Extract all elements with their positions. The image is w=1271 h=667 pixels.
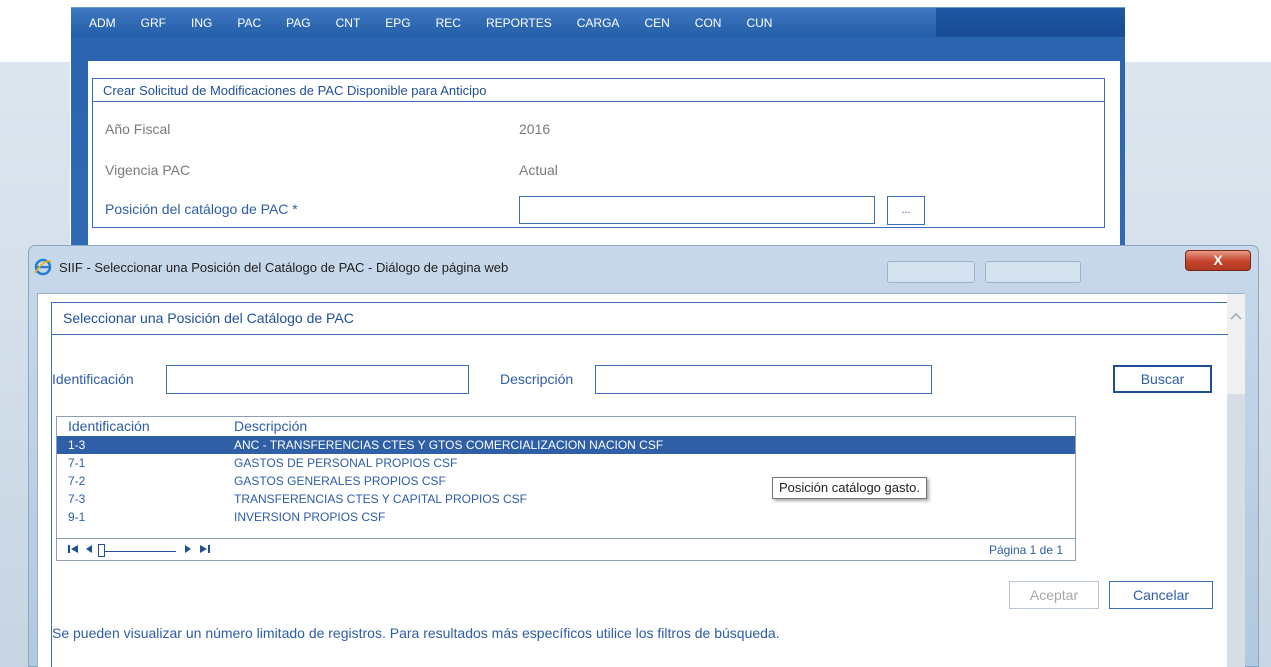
row-description: GASTOS DE PERSONAL PROPIOS CSF [234,456,458,470]
selection-panel: Seleccionar una Posición del Catálogo de… [51,302,1228,667]
row-description: ANC - TRANSFERENCIAS CTES Y GTOS COMERCI… [234,438,664,452]
search-button[interactable]: Buscar [1113,365,1212,393]
page-info: Página 1 de 1 [988,543,1063,557]
background-button-ghost [887,261,975,283]
menu-item-grf[interactable]: GRF [141,16,166,30]
page-slider-handle[interactable] [98,544,105,557]
menu-item-adm[interactable]: ADM [89,16,116,30]
dialog-title-bar[interactable]: SIIF - Seleccionar una Posición del Catá… [29,246,1258,283]
results-grid: Identificación Descripción 1-3 ANC - TRA… [56,416,1076,561]
position-label: Posición del catálogo de PAC * [105,201,298,217]
description-label: Descripción [500,371,574,387]
prev-page-icon[interactable] [84,543,94,555]
records-limit-note: Se pueden visualizar un número limitado … [52,625,780,641]
menu-item-con[interactable]: CON [695,16,722,30]
table-row[interactable]: 9-1 INVERSION PROPIOS CSF [57,508,1075,526]
menu-item-epg[interactable]: EPG [385,16,410,30]
vigencia-value: Actual [519,162,558,178]
column-header-description[interactable]: Descripción [234,417,307,435]
position-input[interactable] [519,196,875,224]
menu-item-ing[interactable]: ING [191,16,212,30]
menu-item-reportes[interactable]: REPORTES [486,16,552,30]
dialog-client-area: Seleccionar una Posición del Catálogo de… [37,293,1245,667]
row-identification: 7-2 [68,474,86,488]
description-input[interactable] [595,365,932,394]
accept-button[interactable]: Aceptar [1009,581,1099,609]
row-identification: 7-1 [68,456,86,470]
row-identification: 1-3 [68,438,86,452]
request-form: Crear Solicitud de Modificaciones de PAC… [92,78,1105,228]
identification-input[interactable] [166,365,469,394]
first-page-icon[interactable] [67,543,79,555]
grid-pager: Página 1 de 1 [57,538,1075,560]
scroll-up-icon[interactable] [1230,311,1242,321]
menu-item-rec[interactable]: REC [436,16,461,30]
row-identification: 9-1 [68,510,86,524]
row-description: INVERSION PROPIOS CSF [234,510,386,524]
row-description: GASTOS GENERALES PROPIOS CSF [234,474,446,488]
next-page-icon[interactable] [183,543,193,555]
column-header-identification[interactable]: Identificación [68,417,150,435]
cancel-button[interactable]: Cancelar [1109,581,1213,609]
table-row[interactable]: 1-3 ANC - TRANSFERENCIAS CTES Y GTOS COM… [57,436,1075,454]
panel-title: Seleccionar una Posición del Catálogo de… [52,303,1228,335]
background-button-ghost [985,261,1081,283]
fiscal-year-value: 2016 [519,121,551,137]
last-page-icon[interactable] [199,543,211,555]
fiscal-year-label: Año Fiscal [105,121,171,137]
menu-item-pag[interactable]: PAG [286,16,310,30]
dialog-title: SIIF - Seleccionar una Posición del Catá… [59,260,509,275]
ie-icon [34,258,52,276]
vigencia-label: Vigencia PAC [105,162,191,178]
row-description: TRANSFERENCIAS CTES Y CAPITAL PROPIOS CS… [234,492,527,506]
dialog-window: SIIF - Seleccionar una Posición del Catá… [28,245,1259,667]
grid-header: Identificación Descripción [57,417,1075,435]
menu-item-carga[interactable]: CARGA [577,16,620,30]
position-lookup-button[interactable]: ... [887,196,925,225]
identification-label: Identificación [52,371,134,387]
page-slider-track[interactable] [104,551,176,552]
row-identification: 7-3 [68,492,86,506]
form-title: Crear Solicitud de Modificaciones de PAC… [93,79,1104,102]
close-icon[interactable]: X [1185,250,1251,271]
menu-item-cnt[interactable]: CNT [336,16,361,30]
menu-item-cen[interactable]: CEN [644,16,669,30]
top-menu-bar: ADM GRF ING PAC PAG CNT EPG REC REPORTES… [71,7,1125,38]
menu-bar-filler [936,8,1125,38]
scrollbar-track[interactable] [1227,394,1245,667]
table-row[interactable]: 7-1 GASTOS DE PERSONAL PROPIOS CSF [57,454,1075,472]
menu-item-cun[interactable]: CUN [746,16,772,30]
menu-item-pac[interactable]: PAC [237,16,261,30]
tooltip: Posición catálogo gasto. [772,477,927,499]
